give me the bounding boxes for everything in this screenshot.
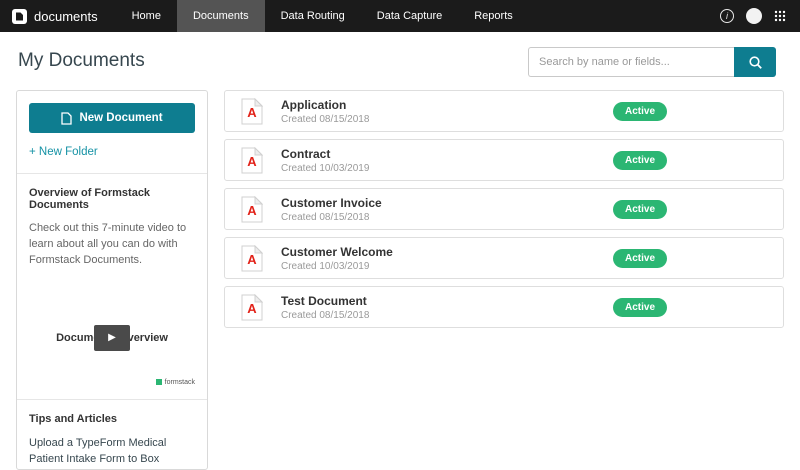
document-name: Contract — [281, 146, 331, 161]
status-badge[interactable]: Active — [612, 150, 667, 170]
nav-item-reports[interactable]: Reports — [458, 0, 529, 32]
document-name: Test Document — [281, 293, 367, 308]
sidebar: New Document + New Folder Overview of Fo… — [16, 90, 208, 470]
document-created: Created 10/03/2019 — [281, 260, 370, 272]
overview-text: Check out this 7-minute video to learn a… — [29, 222, 187, 266]
search-icon — [748, 55, 763, 70]
info-icon[interactable]: i — [720, 9, 734, 23]
documents-logo-icon — [12, 8, 27, 24]
status-badge[interactable]: Active — [612, 101, 667, 121]
document-row[interactable]: A Customer Welcome Created 10/03/2019 Ac… — [224, 237, 784, 279]
document-created: Created 08/15/2018 — [281, 211, 370, 223]
divider — [17, 173, 207, 174]
search-bar — [528, 47, 776, 77]
formstack-brand-label: formstack — [164, 378, 195, 386]
search-input[interactable] — [528, 47, 734, 77]
document-created: Created 08/15/2018 — [281, 309, 370, 321]
document-list: A Application Created 08/15/2018 Active … — [224, 90, 784, 335]
new-document-icon — [61, 111, 73, 125]
pdf-icon: A — [241, 146, 263, 174]
status-badge[interactable]: Active — [612, 199, 667, 219]
tips-link[interactable]: Upload a TypeForm Medical Patient Intake… — [29, 435, 195, 468]
pdf-icon: A — [241, 97, 263, 125]
svg-text:A: A — [247, 252, 257, 267]
apps-grid-icon[interactable] — [774, 10, 786, 22]
pdf-icon: A — [241, 195, 263, 223]
document-row[interactable]: A Customer Invoice Created 08/15/2018 Ac… — [224, 188, 784, 230]
document-name: Customer Welcome — [281, 244, 393, 259]
pdf-icon: A — [241, 244, 263, 272]
document-row[interactable]: A Contract Created 10/03/2019 Active — [224, 139, 784, 181]
document-name: Customer Invoice — [281, 195, 382, 210]
nav-items: Home Documents Data Routing Data Capture… — [116, 0, 529, 32]
divider — [17, 398, 207, 400]
new-document-button[interactable]: New Document — [29, 103, 195, 133]
document-info: Contract Created 10/03/2019 — [281, 147, 369, 174]
search-button[interactable] — [734, 47, 776, 77]
video-brand: formstack — [29, 379, 195, 386]
status-badge[interactable]: Active — [612, 297, 667, 317]
nav-item-home[interactable]: Home — [116, 0, 177, 32]
document-info: Customer Invoice Created 08/15/2018 — [281, 196, 382, 223]
document-created: Created 08/15/2018 — [281, 113, 370, 125]
new-document-label: New Document — [79, 112, 163, 124]
top-navigation: documents Home Documents Data Routing Da… — [0, 0, 800, 32]
svg-text:A: A — [247, 105, 257, 120]
document-info: Application Created 08/15/2018 — [281, 98, 369, 125]
svg-text:A: A — [247, 154, 257, 169]
brand-label: documents — [34, 8, 98, 24]
page-title: My Documents — [18, 50, 145, 71]
formstack-logo-icon — [155, 379, 162, 386]
svg-text:A: A — [247, 301, 257, 316]
tips-heading: Tips and Articles — [29, 412, 118, 425]
svg-text:A: A — [247, 203, 257, 218]
nav-item-data-routing[interactable]: Data Routing — [265, 0, 361, 32]
topnav-right: i — [720, 0, 800, 32]
new-folder-link[interactable]: + New Folder — [29, 146, 98, 158]
overview-video: Documents Overview ▶ — [29, 305, 195, 371]
user-avatar[interactable] — [746, 8, 762, 24]
nav-item-documents[interactable]: Documents — [176, 0, 265, 32]
brand[interactable]: documents — [0, 0, 116, 32]
overview-heading: Overview of Formstack Documents — [29, 187, 151, 211]
document-row[interactable]: A Application Created 08/15/2018 Active — [224, 90, 784, 132]
document-row[interactable]: A Test Document Created 08/15/2018 Activ… — [224, 286, 784, 328]
nav-item-data-capture[interactable]: Data Capture — [361, 0, 458, 32]
document-info: Customer Welcome Created 10/03/2019 — [281, 245, 393, 272]
document-name: Application — [281, 97, 347, 112]
pdf-icon: A — [241, 293, 263, 321]
status-badge[interactable]: Active — [612, 248, 667, 268]
document-info: Test Document Created 08/15/2018 — [281, 294, 369, 321]
play-button[interactable]: ▶ — [94, 324, 130, 351]
document-created: Created 10/03/2019 — [281, 162, 370, 174]
